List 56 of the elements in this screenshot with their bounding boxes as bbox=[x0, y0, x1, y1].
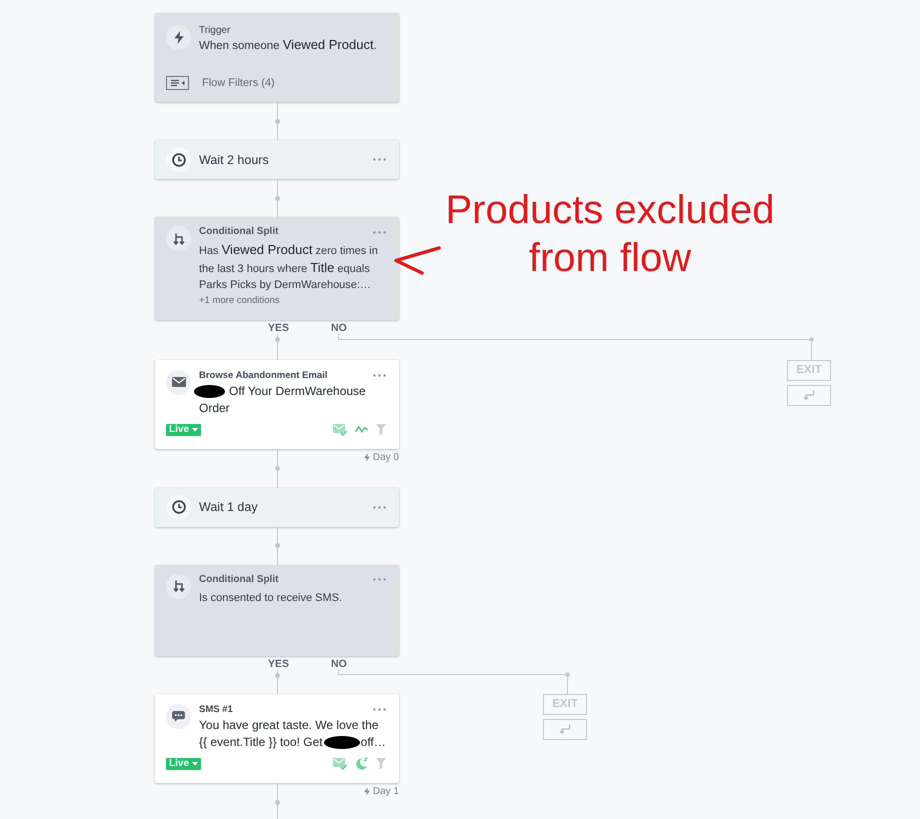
filter-list-icon bbox=[166, 76, 189, 90]
bolt-icon bbox=[166, 25, 191, 50]
bolt-icon bbox=[364, 787, 370, 796]
yes-label: YES bbox=[268, 322, 290, 334]
chat-bubble-icon bbox=[166, 704, 191, 728]
return-arrow-icon bbox=[803, 390, 815, 400]
branch-icon bbox=[166, 226, 191, 251]
message-title: Browse Abandonment Email bbox=[199, 370, 328, 382]
filter-icon[interactable] bbox=[376, 758, 386, 769]
annotation-text: Products excluded from flow bbox=[444, 187, 776, 282]
more-icon[interactable] bbox=[373, 374, 386, 377]
filter-icon[interactable] bbox=[376, 424, 386, 435]
return-arrow-icon bbox=[559, 724, 571, 734]
card-label: Conditional Split bbox=[199, 574, 278, 586]
delay-text: Day 0 bbox=[372, 452, 399, 464]
redaction-mark bbox=[194, 384, 225, 398]
envelope-icon bbox=[166, 370, 191, 394]
card-label: Trigger bbox=[199, 25, 232, 37]
bolt-icon bbox=[364, 453, 370, 462]
condition-text: Has Viewed Product zero times in the last 3 hours where Title equals Parks Picks by DermWarehouse:… bbox=[199, 242, 379, 293]
more-conditions-text: +1 more conditions bbox=[199, 294, 281, 308]
no-label: NO bbox=[331, 322, 347, 334]
wait-text: Wait 2 hours bbox=[199, 152, 269, 168]
no-label: NO bbox=[331, 658, 347, 670]
message-title: SMS #1 bbox=[199, 704, 233, 716]
delay-text: Day 1 bbox=[372, 786, 399, 798]
return-button[interactable] bbox=[787, 384, 831, 406]
more-icon[interactable] bbox=[373, 578, 386, 581]
return-button[interactable] bbox=[543, 718, 587, 740]
more-icon[interactable] bbox=[373, 230, 386, 234]
status-dropdown[interactable]: Live bbox=[166, 424, 202, 436]
crescent-icon[interactable] bbox=[355, 757, 368, 770]
clock-icon bbox=[166, 494, 191, 520]
message-text: off… bbox=[360, 734, 386, 750]
trigger-text: When someone Viewed Product. bbox=[199, 37, 378, 54]
message-text: Order bbox=[199, 400, 230, 416]
clock-icon bbox=[166, 147, 191, 172]
more-icon[interactable] bbox=[373, 708, 386, 711]
yes-label: YES bbox=[268, 658, 290, 670]
envelope-check-icon[interactable] bbox=[333, 424, 347, 436]
message-text: Off Your DermWarehouse bbox=[229, 382, 366, 400]
status-dropdown[interactable]: Live bbox=[166, 758, 202, 770]
wait-text: Wait 1 day bbox=[199, 499, 258, 515]
card-label: Conditional Split bbox=[199, 226, 278, 238]
message-text: You have great taste. We love the bbox=[199, 716, 378, 734]
redaction-mark bbox=[324, 736, 360, 748]
more-icon[interactable] bbox=[373, 158, 386, 161]
caret-icon bbox=[192, 762, 198, 766]
more-icon[interactable] bbox=[373, 506, 386, 508]
envelope-check-icon[interactable] bbox=[333, 758, 347, 770]
flow-filters-button[interactable]: Flow Filters (4) bbox=[166, 76, 275, 90]
condition-text: Is consented to receive SMS. bbox=[199, 590, 344, 606]
message-text: {{ event.Title }} too! Get bbox=[199, 734, 323, 750]
branch-icon bbox=[166, 574, 191, 598]
wave-icon[interactable] bbox=[355, 425, 368, 434]
caret-icon bbox=[192, 428, 198, 432]
